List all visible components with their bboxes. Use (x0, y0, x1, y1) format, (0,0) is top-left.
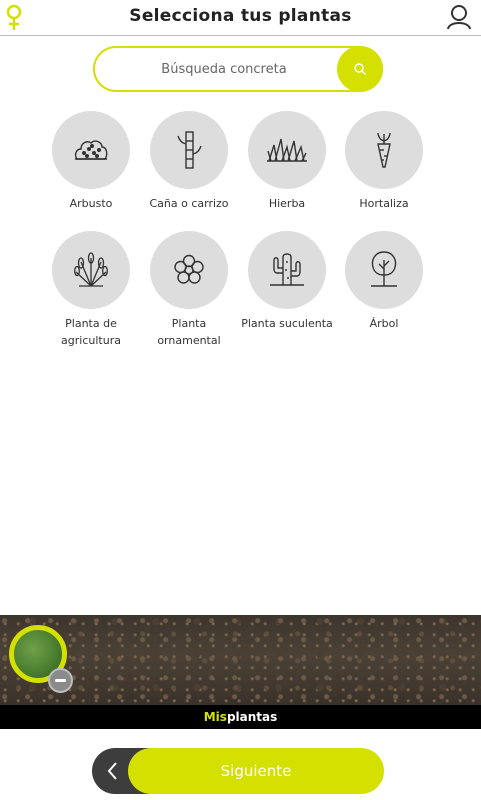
grass-icon (267, 138, 307, 162)
search-icon (354, 63, 367, 76)
my-plants-mis: Mis (203, 710, 227, 724)
category-circle (248, 231, 326, 309)
remove-plant-button[interactable] (48, 668, 73, 693)
category-circle (52, 231, 130, 309)
flower-icon (174, 254, 204, 284)
tree-icon (371, 251, 397, 287)
category-circle (345, 231, 423, 309)
my-plants-tray (0, 615, 481, 705)
category-label: Planta ornamental (157, 317, 221, 347)
category-ornamental[interactable]: Planta ornamental (140, 231, 238, 349)
category-label: Hierba (268, 197, 306, 210)
search-bar (93, 46, 383, 92)
user-icon[interactable] (445, 3, 473, 31)
page-title: Selecciona tus plantas (129, 6, 352, 26)
category-hortaliza[interactable]: Hortaliza (335, 111, 433, 212)
chevron-left-icon (107, 762, 117, 780)
my-plants-bar: Misplantas (0, 705, 481, 729)
category-label: Caña o carrizo (149, 197, 229, 210)
carrot-icon (377, 132, 391, 168)
search-button[interactable] (337, 46, 383, 92)
category-circle (345, 111, 423, 189)
category-label: Árbol (369, 317, 399, 330)
category-hierba[interactable]: Hierba (238, 111, 336, 212)
category-arbol[interactable]: Árbol (335, 231, 433, 332)
category-circle (52, 111, 130, 189)
category-arbusto[interactable]: Arbusto (42, 111, 140, 212)
next-button[interactable]: Siguiente (128, 748, 384, 794)
footer-nav: Siguiente (92, 748, 384, 794)
category-suculenta[interactable]: Planta suculenta (238, 231, 336, 332)
category-cana[interactable]: Caña o carrizo (140, 111, 238, 212)
category-label: Arbusto (69, 197, 113, 210)
category-circle (150, 111, 228, 189)
category-label: Hortaliza (359, 197, 409, 210)
shrub-icon (74, 140, 108, 160)
category-circle (150, 231, 228, 309)
cane-icon (177, 131, 202, 169)
category-label: Planta suculenta (241, 317, 333, 330)
search-input[interactable] (109, 48, 339, 90)
my-plants-plantas: plantas (226, 710, 278, 724)
cactus-icon (270, 253, 304, 286)
category-circle (248, 111, 326, 189)
app-header: Selecciona tus plantas (0, 0, 481, 36)
category-label: Planta de agricultura (61, 317, 121, 347)
wheat-icon (74, 252, 108, 287)
minus-icon (55, 679, 66, 682)
category-agricultura[interactable]: Planta de agricultura (42, 231, 140, 349)
